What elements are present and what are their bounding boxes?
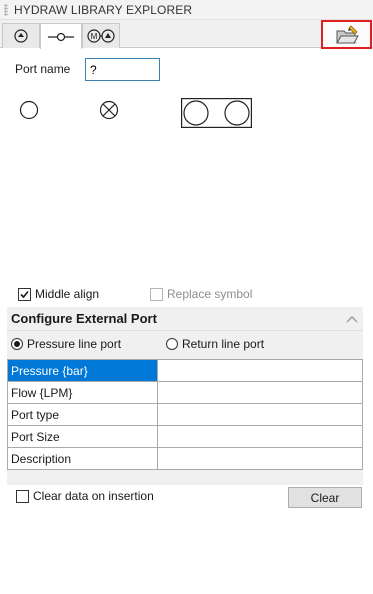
- property-name[interactable]: Pressure {bar}: [7, 359, 158, 382]
- clear-data-on-insertion-checkbox[interactable]: Clear data on insertion: [16, 489, 154, 503]
- return-line-port-label: Return line port: [182, 337, 265, 351]
- tab-motor-pump-symbols[interactable]: M: [82, 23, 120, 48]
- tab-port-symbols[interactable]: [40, 23, 82, 49]
- port-name-label: Port name: [15, 62, 71, 76]
- property-value[interactable]: [157, 381, 363, 404]
- property-name[interactable]: Flow {LPM}: [7, 381, 158, 404]
- property-row-pressure[interactable]: Pressure {bar}: [7, 359, 363, 382]
- property-name[interactable]: Port Size: [7, 425, 158, 448]
- property-row-description[interactable]: Description: [7, 447, 363, 470]
- config-panel-title: Configure External Port: [11, 311, 157, 326]
- port-line-icon: [48, 32, 74, 41]
- empty-circle-port-icon: [19, 100, 39, 120]
- replace-symbol-checkbox[interactable]: Replace symbol: [150, 287, 252, 301]
- config-panel-header[interactable]: Configure External Port: [7, 307, 363, 331]
- property-value[interactable]: [157, 403, 363, 426]
- clear-data-on-insertion-label: Clear data on insertion: [33, 489, 154, 503]
- property-row-port-type[interactable]: Port type: [7, 403, 363, 426]
- empty-circle-port-symbol[interactable]: [19, 100, 39, 123]
- radio-selected-icon: [11, 338, 23, 350]
- circle-arrow-icon: [14, 29, 28, 43]
- checkbox-unchecked-icon: [150, 287, 163, 301]
- property-row-flow[interactable]: Flow {LPM}: [7, 381, 363, 404]
- checkbox-checked-icon: [18, 287, 31, 301]
- property-row-port-size[interactable]: Port Size: [7, 425, 363, 448]
- clear-button[interactable]: Clear: [288, 487, 362, 508]
- pressure-line-port-label: Pressure line port: [27, 337, 122, 351]
- return-line-port-radio[interactable]: Return line port: [166, 337, 264, 351]
- replace-symbol-label: Replace symbol: [167, 287, 253, 301]
- property-name[interactable]: Port type: [7, 403, 158, 426]
- checkbox-unchecked-icon: [16, 489, 29, 503]
- middle-align-label: Middle align: [35, 287, 100, 301]
- crossed-circle-port-icon: [99, 100, 119, 120]
- title-bar: HYDRAW LIBRARY EXPLORER: [0, 0, 373, 20]
- property-value[interactable]: [157, 447, 363, 470]
- middle-align-checkbox[interactable]: Middle align: [18, 287, 99, 301]
- port-properties-grid: Pressure {bar} Flow {LPM} Port type Port…: [7, 359, 363, 470]
- port-editor: Port name Middle align Replace symbol Co: [0, 49, 373, 594]
- open-library-button[interactable]: [321, 20, 372, 49]
- svg-text:M: M: [91, 32, 98, 41]
- crossed-circle-port-symbol[interactable]: [99, 100, 119, 123]
- configure-external-port-panel: Configure External Port Pressure line po…: [7, 307, 363, 485]
- double-circle-port-icon: [181, 98, 253, 128]
- property-value[interactable]: [157, 425, 363, 448]
- port-name-input[interactable]: [85, 58, 160, 81]
- double-circle-port-symbol[interactable]: [181, 98, 253, 131]
- window-title: HYDRAW LIBRARY EXPLORER: [14, 2, 193, 17]
- property-value[interactable]: [157, 359, 363, 382]
- tab-circle-symbols[interactable]: [2, 23, 40, 48]
- chevron-up-icon[interactable]: [345, 314, 359, 324]
- drag-grip-icon[interactable]: [4, 3, 8, 16]
- open-folder-icon: [335, 24, 359, 43]
- property-name[interactable]: Description: [7, 447, 158, 470]
- radio-unselected-icon: [166, 338, 178, 350]
- tab-bar: M: [0, 20, 373, 49]
- pressure-line-port-radio[interactable]: Pressure line port: [11, 337, 121, 351]
- motor-pump-icon: M: [87, 29, 115, 43]
